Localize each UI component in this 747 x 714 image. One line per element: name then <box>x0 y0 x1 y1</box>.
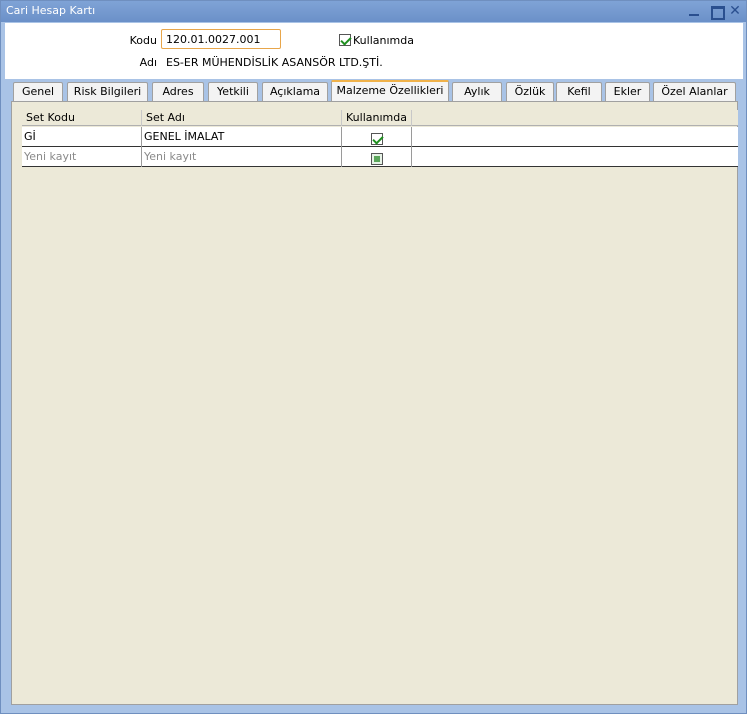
tab-ozel-alanlar[interactable]: Özel Alanlar <box>653 82 736 101</box>
tab-ozluk[interactable]: Özlük <box>506 82 554 101</box>
kodu-label: Kodu <box>129 34 157 47</box>
cell-kullanimda[interactable] <box>342 127 412 147</box>
kullanimda-checkbox-group[interactable]: Kullanımda <box>339 33 414 47</box>
tab-risk-bilgileri[interactable]: Risk Bilgileri <box>67 82 148 101</box>
tab-aciklama[interactable]: Açıklama <box>262 82 328 101</box>
minimize-icon[interactable] <box>686 3 702 19</box>
cell-set-adi[interactable]: GENEL İMALAT <box>142 127 342 147</box>
adi-label: Adı <box>139 56 157 69</box>
table-row-new-record[interactable]: Yeni kayıt Yeni kayıt <box>22 147 738 167</box>
cell-set-adi-new[interactable]: Yeni kayıt <box>142 147 342 167</box>
kodu-input[interactable] <box>161 29 281 49</box>
column-header-set-adi[interactable]: Set Adı <box>142 110 342 126</box>
column-header-empty <box>412 110 738 126</box>
adi-input[interactable] <box>161 52 411 72</box>
tab-genel[interactable]: Genel <box>13 82 63 101</box>
cell-set-kodu[interactable]: Gİ <box>22 127 142 147</box>
tab-malzeme-ozellikleri[interactable]: Malzeme Özellikleri <box>331 80 449 101</box>
tab-adres[interactable]: Adres <box>152 82 204 101</box>
title-bar[interactable]: Cari Hesap Kartı ✕ <box>1 1 746 22</box>
tab-ekler[interactable]: Ekler <box>605 82 650 101</box>
maximize-icon[interactable] <box>708 3 725 20</box>
column-header-set-kodu[interactable]: Set Kodu <box>22 110 142 126</box>
tab-yetkili[interactable]: Yetkili <box>208 82 258 101</box>
header-panel: Kodu Adı Kullanımda <box>5 23 743 79</box>
tab-content-malzeme-ozellikleri: Set Kodu Set Adı Kullanımda Gİ GENEL İMA… <box>11 101 738 705</box>
tab-kefil[interactable]: Kefil <box>556 82 602 101</box>
close-icon[interactable]: ✕ <box>727 3 743 19</box>
grid-header: Set Kodu Set Adı Kullanımda <box>22 110 738 126</box>
table-row[interactable]: Gİ GENEL İMALAT <box>22 127 738 147</box>
kullanimda-checkbox[interactable] <box>339 34 351 46</box>
cell-filler <box>412 127 738 147</box>
row-kullanimda-checkbox[interactable] <box>370 132 383 145</box>
kullanimda-label: Kullanımda <box>353 33 414 47</box>
cell-filler-new <box>412 147 738 167</box>
tab-aylik[interactable]: Aylık <box>452 82 502 101</box>
cell-set-kodu-new[interactable]: Yeni kayıt <box>22 147 142 167</box>
column-header-kullanimda[interactable]: Kullanımda <box>342 110 412 126</box>
window-title: Cari Hesap Kartı <box>6 4 96 17</box>
tab-bar: Genel Risk Bilgileri Adres Yetkili Açıkl… <box>11 80 739 101</box>
row-kullanimda-checkbox-new[interactable] <box>370 152 383 165</box>
cell-kullanimda-new[interactable] <box>342 147 412 167</box>
cari-hesap-karti-window: Cari Hesap Kartı ✕ Kodu Adı Kullanımda G… <box>0 0 747 714</box>
